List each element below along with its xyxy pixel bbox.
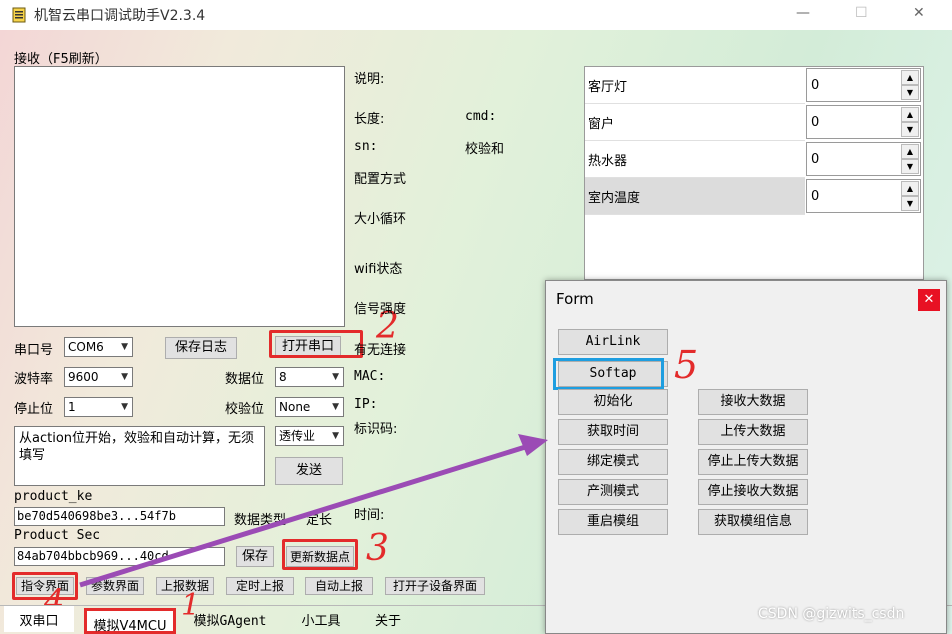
watermark: CSDN @gizwits_csdn: [758, 606, 905, 622]
arrow-overlay: [79, 434, 548, 588]
purple-arrow-line: [79, 441, 536, 588]
purple-arrow-head: [518, 434, 548, 456]
